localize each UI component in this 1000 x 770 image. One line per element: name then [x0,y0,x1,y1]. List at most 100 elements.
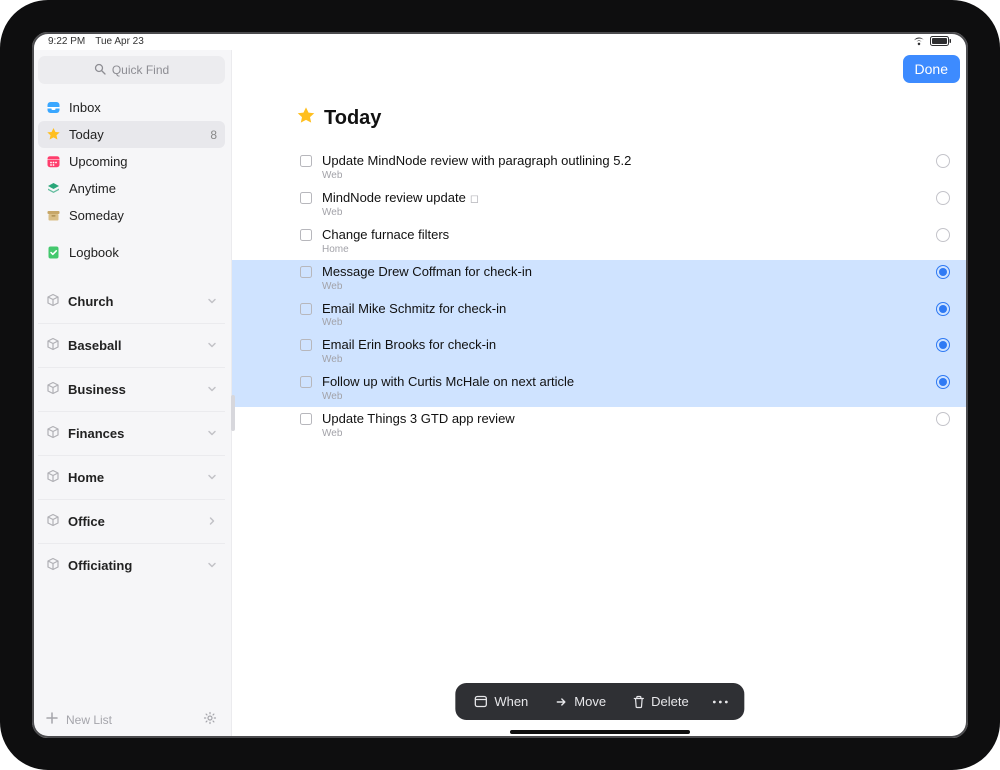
trash-icon [632,695,645,709]
cube-icon [46,513,60,530]
cube-icon [46,469,60,486]
toolbar-label: Move [574,694,606,709]
home-indicator[interactable] [510,730,690,734]
selection-toolbar: When Move Delete [455,683,744,720]
task-row[interactable]: Change furnace filtersHome [232,223,968,260]
sidebar-area-finances[interactable]: Finances [38,412,225,456]
attachment-icon: ◻ [470,193,479,205]
task-row[interactable]: Email Mike Schmitz for check-inWeb [232,297,968,334]
task-row[interactable]: Update MindNode review with paragraph ou… [232,149,968,186]
chevron-down-icon [207,294,217,309]
sidebar-area-office[interactable]: Office [38,500,225,544]
sidebar-item-today[interactable]: Today 8 [38,121,225,148]
cube-icon [46,425,60,442]
more-icon [713,700,729,704]
archive-icon [46,208,61,223]
task-selection-radio[interactable] [936,154,950,168]
chevron-down-icon [207,470,217,485]
task-selection-radio[interactable] [936,302,950,316]
sidebar-item-someday[interactable]: Someday [38,202,225,229]
task-row[interactable]: MindNode review update◻Web [232,186,968,223]
area-label: Business [68,382,126,397]
task-row[interactable]: Follow up with Curtis McHale on next art… [232,370,968,407]
layers-icon [46,181,61,196]
status-bar: 9:22 PM Tue Apr 23 [32,32,968,50]
task-selection-radio[interactable] [936,338,950,352]
cube-icon [46,381,60,398]
wifi-icon [912,36,926,46]
calendar-icon [473,694,488,709]
sidebar-item-logbook[interactable]: Logbook [38,239,225,266]
task-checkbox[interactable] [300,192,312,204]
when-button[interactable]: When [461,690,540,713]
arrow-right-icon [554,695,568,709]
page-title: Today [324,107,381,130]
chevron-right-icon [207,514,217,529]
task-selection-radio[interactable] [936,191,950,205]
task-selection-radio[interactable] [936,412,950,426]
task-selection-radio[interactable] [936,265,950,279]
task-project-tag: Home [322,244,926,256]
area-label: Office [68,514,105,529]
task-selection-radio[interactable] [936,228,950,242]
area-label: Officiating [68,558,132,573]
sidebar-item-label: Upcoming [69,154,128,169]
done-button[interactable]: Done [903,55,960,83]
task-checkbox[interactable] [300,266,312,278]
task-title: Update Things 3 GTD app review [322,411,926,428]
cube-icon [46,557,60,574]
sidebar-item-anytime[interactable]: Anytime [38,175,225,202]
battery-icon [930,36,952,46]
move-button[interactable]: Move [542,690,618,713]
task-title: Email Mike Schmitz for check-in [322,301,926,318]
plus-icon[interactable] [46,712,58,727]
task-checkbox[interactable] [300,413,312,425]
toolbar-label: Delete [651,694,689,709]
task-selection-radio[interactable] [936,375,950,389]
search-placeholder: Quick Find [112,63,169,77]
task-row[interactable]: Message Drew Coffman for check-inWeb [232,260,968,297]
sidebar-item-inbox[interactable]: Inbox [38,94,225,121]
task-row[interactable]: Update Things 3 GTD app reviewWeb [232,407,968,444]
sidebar-item-label: Logbook [69,245,119,260]
task-checkbox[interactable] [300,155,312,167]
task-title: Message Drew Coffman for check-in [322,264,926,281]
sidebar: Quick Find Inbox Today 8 [32,50,232,738]
area-label: Finances [68,426,124,441]
sidebar-item-upcoming[interactable]: Upcoming [38,148,225,175]
sidebar-item-count: 8 [210,128,217,142]
logbook-icon [46,245,61,260]
sidebar-area-business[interactable]: Business [38,368,225,412]
scroll-indicator[interactable] [231,395,235,431]
area-label: Baseball [68,338,121,353]
search-input[interactable]: Quick Find [38,56,225,84]
task-project-tag: Web [322,170,926,182]
task-title: Follow up with Curtis McHale on next art… [322,374,926,391]
chevron-down-icon [207,382,217,397]
toolbar-label: When [494,694,528,709]
task-row[interactable]: Email Erin Brooks for check-inWeb [232,333,968,370]
area-label: Church [68,294,114,309]
task-checkbox[interactable] [300,229,312,241]
settings-icon[interactable] [203,711,217,728]
star-icon [296,106,316,131]
sidebar-item-label: Today [69,127,104,142]
chevron-down-icon [207,558,217,573]
cube-icon [46,337,60,354]
task-title: Email Erin Brooks for check-in [322,337,926,354]
task-checkbox[interactable] [300,376,312,388]
new-list-button[interactable]: New List [66,713,112,727]
task-checkbox[interactable] [300,339,312,351]
task-project-tag: Web [322,391,926,403]
task-checkbox[interactable] [300,303,312,315]
task-project-tag: Web [322,354,926,366]
sidebar-item-label: Someday [69,208,124,223]
more-button[interactable] [703,696,739,708]
delete-button[interactable]: Delete [620,690,701,713]
task-project-tag: Web [322,281,926,293]
sidebar-area-officiating[interactable]: Officiating [38,544,225,587]
sidebar-area-home[interactable]: Home [38,456,225,500]
sidebar-area-baseball[interactable]: Baseball [38,324,225,368]
status-date: Tue Apr 23 [95,36,144,47]
sidebar-area-church[interactable]: Church [38,280,225,324]
